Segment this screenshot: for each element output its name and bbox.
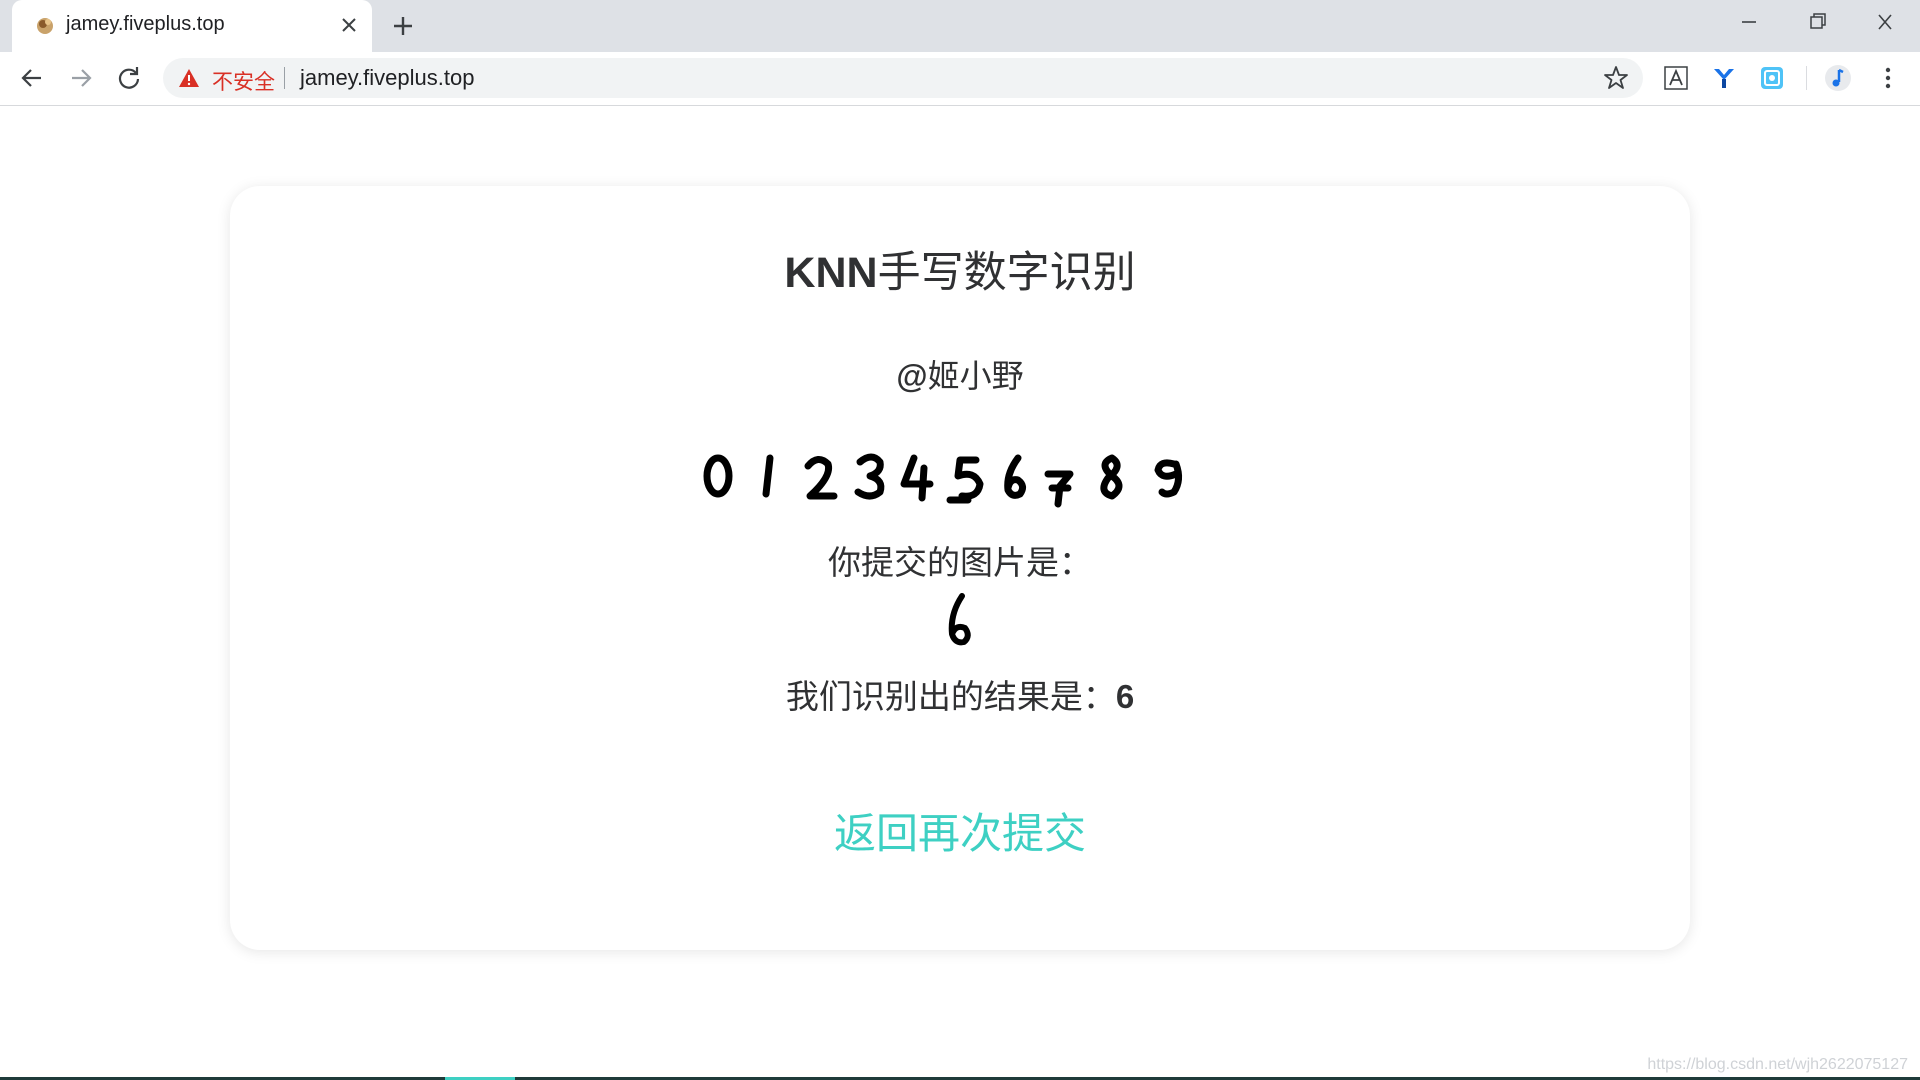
security-status[interactable]: 不安全 (212, 66, 275, 96)
digit-4 (900, 454, 934, 502)
watermark: https://blog.csdn.net/wjh2622075127 (1647, 1056, 1908, 1073)
minimize-icon[interactable] (1732, 8, 1766, 36)
screenshot-extension-icon[interactable] (1758, 64, 1786, 92)
digit-0 (703, 454, 733, 498)
tab-strip: jamey.fiveplus.top (0, 0, 1920, 52)
digit-6 (1004, 454, 1027, 499)
title-text: 手写数字识别 (877, 248, 1136, 298)
warning-icon (179, 69, 199, 87)
translate-extension-icon[interactable] (1662, 64, 1690, 92)
address-divider (284, 67, 285, 89)
window-close-icon[interactable] (1868, 8, 1902, 36)
submitted-image-label: 你提交的图片是： (828, 543, 1092, 582)
url-text[interactable]: jamey.fiveplus.top (300, 65, 474, 91)
result-card: KNN手写数字识别 @姬小野 你提交的图片是： 我们识别出的结果是：6 返回再次… (230, 186, 1690, 950)
back-arrow-icon[interactable] (18, 64, 46, 92)
author-line: @姬小野 (230, 351, 1690, 397)
page-title: KNN手写数字识别 (230, 238, 1690, 300)
result-label: 我们识别出的结果是： (785, 677, 1116, 716)
author-at: @ (896, 358, 928, 394)
y-extension-icon[interactable] (1710, 64, 1738, 92)
digit-5 (946, 456, 984, 504)
digit-8 (1100, 454, 1123, 500)
address-bar[interactable]: 不安全 jamey.fiveplus.top (163, 58, 1643, 98)
digit-1 (762, 454, 774, 498)
digit-9 (1154, 459, 1183, 498)
digit-2 (804, 456, 838, 500)
star-icon[interactable] (1603, 65, 1629, 91)
title-knn: KNN (784, 249, 878, 297)
tab-title: jamey.fiveplus.top (66, 13, 225, 35)
more-menu-icon[interactable] (1874, 64, 1902, 92)
reload-icon[interactable] (115, 64, 143, 92)
digit-3 (854, 453, 885, 500)
result-value: 6 (1115, 678, 1135, 715)
resubmit-link[interactable]: 返回再次提交 (230, 800, 1690, 861)
forward-arrow-icon[interactable] (67, 64, 95, 92)
sample-digits-image (703, 453, 1183, 508)
plus-icon[interactable] (390, 13, 416, 39)
restore-icon[interactable] (1800, 8, 1834, 36)
close-icon[interactable] (338, 14, 360, 36)
toolbar-divider (1806, 66, 1807, 90)
browser-tab[interactable]: jamey.fiveplus.top (12, 0, 372, 52)
favicon-icon (37, 18, 53, 34)
digit-7 (1044, 470, 1074, 508)
author-name: 姬小野 (927, 357, 1024, 395)
submitted-digit-image (948, 593, 971, 646)
recognition-result: 我们识别出的结果是：6 (230, 670, 1690, 718)
profile-avatar-icon[interactable] (1824, 64, 1852, 92)
browser-toolbar: 不安全 jamey.fiveplus.top (0, 52, 1920, 106)
